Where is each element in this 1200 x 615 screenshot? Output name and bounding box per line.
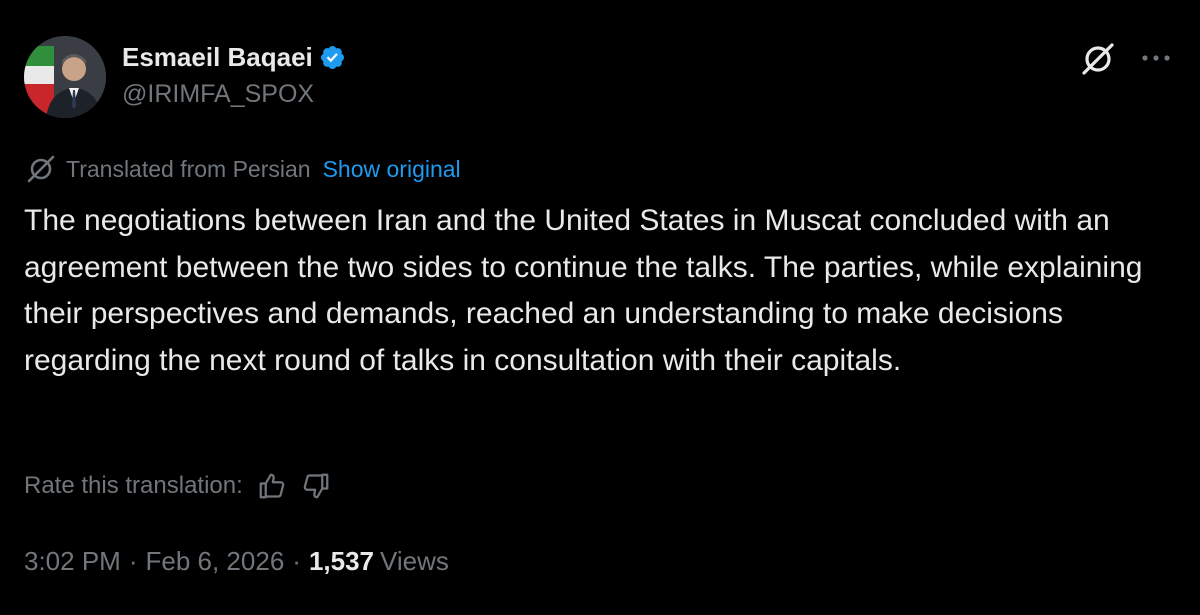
rate-translation-label: Rate this translation: <box>24 472 243 499</box>
meta-separator: · <box>292 546 301 576</box>
tweet-date[interactable]: Feb 6, 2026 <box>146 546 285 577</box>
rate-translation-row: Rate this translation: <box>24 468 331 504</box>
views-label: Views <box>380 546 449 576</box>
translation-notice: Translated from Persian Show original <box>24 153 461 185</box>
tweet-time[interactable]: 3:02 PM <box>24 546 121 577</box>
verified-badge-icon <box>319 44 346 71</box>
meta-separator: · <box>128 546 138 576</box>
translate-icon <box>24 154 58 184</box>
avatar[interactable] <box>24 36 106 118</box>
tweet-card: Esmaeil Baqaei @IRIMFA_SPOX Translated f… <box>0 0 1200 615</box>
author-display-name[interactable]: Esmaeil Baqaei <box>122 42 313 73</box>
author-name-row: Esmaeil Baqaei <box>122 40 346 74</box>
show-original-link[interactable]: Show original <box>323 156 461 183</box>
tweet-meta: 3:02 PM · Feb 6, 2026 · 1,537 Views <box>24 546 449 586</box>
author-handle[interactable]: @IRIMFA_SPOX <box>122 80 314 109</box>
thumbs-up-icon[interactable] <box>257 471 287 501</box>
views-count: 1,537 <box>308 546 375 576</box>
translated-from-label: Translated from Persian <box>66 155 311 182</box>
more-horizontal-icon[interactable] <box>1138 46 1174 70</box>
grok-icon[interactable] <box>1079 40 1117 78</box>
thumbs-down-icon[interactable] <box>301 471 331 501</box>
tweet-text: The negotiations between Iran and the Un… <box>24 204 1143 377</box>
